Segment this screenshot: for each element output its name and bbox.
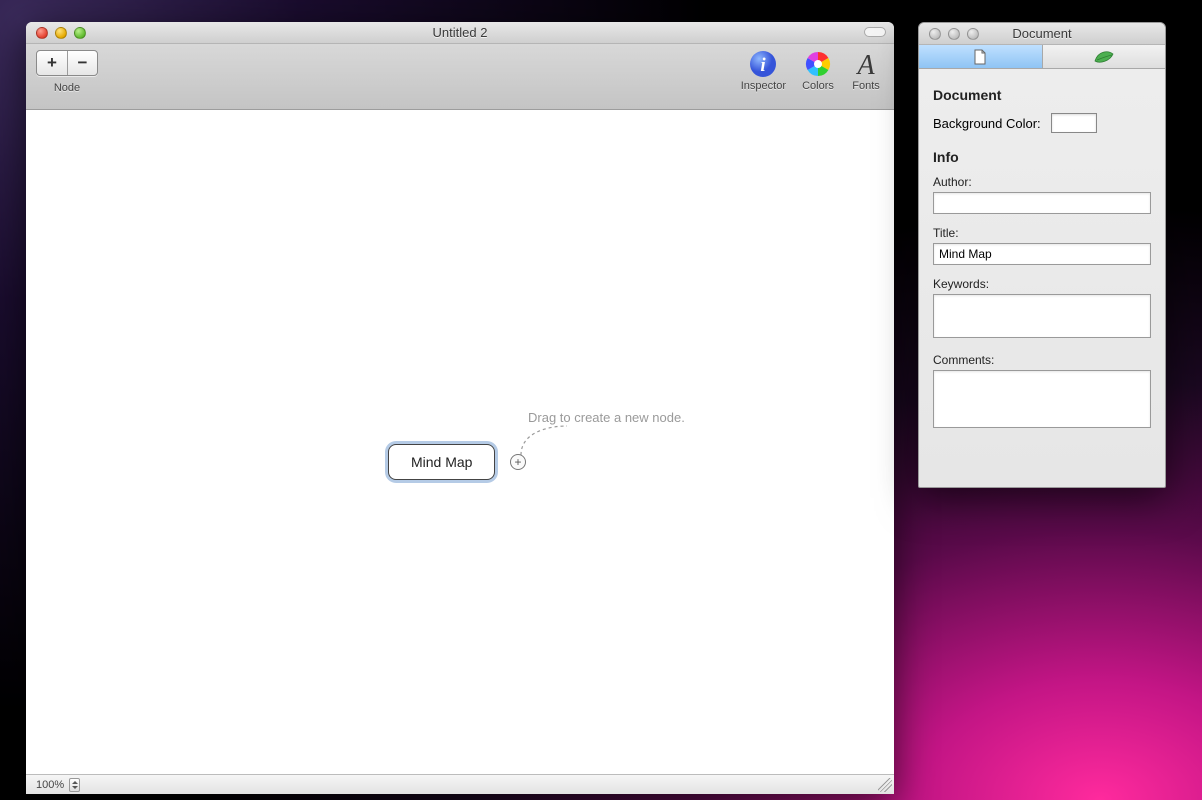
comments-field-block: Comments: (933, 353, 1151, 431)
zoom-icon[interactable] (74, 27, 86, 39)
fonts-label: Fonts (852, 80, 880, 92)
tab-node[interactable] (1043, 45, 1166, 68)
svg-text:A: A (855, 50, 875, 78)
title-field[interactable] (933, 243, 1151, 265)
main-titlebar[interactable]: Untitled 2 (26, 22, 894, 44)
zoom-stepper[interactable] (69, 778, 80, 792)
inspector-window: Document Document Background Color: Info… (918, 22, 1166, 488)
close-icon[interactable] (36, 27, 48, 39)
add-node-handle[interactable]: + (510, 454, 526, 470)
drag-hint: Drag to create a new node. (528, 410, 685, 425)
background-color-well[interactable] (1051, 113, 1097, 133)
document-icon (972, 49, 988, 65)
title-label: Title: (933, 226, 1151, 240)
font-icon: A (850, 48, 882, 80)
comments-field[interactable] (933, 370, 1151, 428)
root-node[interactable]: Mind Map (388, 444, 495, 480)
colors-label: Colors (802, 80, 834, 92)
inspector-label: Inspector (741, 80, 786, 92)
add-node-button[interactable]: + (37, 51, 67, 75)
node-group: + − Node (36, 50, 98, 94)
info-heading: Info (933, 149, 1151, 165)
statusbar: 100% (26, 774, 894, 794)
background-color-row: Background Color: (933, 113, 1151, 133)
node-group-label: Node (54, 82, 80, 94)
zoom-value: 100% (36, 779, 64, 791)
colors-button[interactable]: Colors (802, 48, 834, 92)
fonts-button[interactable]: A Fonts (850, 48, 882, 92)
minimize-icon[interactable] (55, 27, 67, 39)
keywords-field[interactable] (933, 294, 1151, 338)
document-heading: Document (933, 87, 1151, 103)
keywords-field-block: Keywords: (933, 277, 1151, 341)
color-wheel-icon (802, 48, 834, 80)
toolbar-right: i Inspector (741, 48, 882, 92)
author-field-block: Author: (933, 175, 1151, 214)
inspector-titlebar[interactable]: Document (919, 23, 1165, 45)
close-icon[interactable] (929, 28, 941, 40)
plus-icon: + (514, 455, 521, 469)
author-label: Author: (933, 175, 1151, 189)
svg-text:i: i (761, 55, 767, 76)
window-controls (26, 27, 86, 39)
inspector-panel: Document Background Color: Info Author: … (919, 69, 1165, 459)
inspector-tabs (919, 45, 1165, 69)
window-title: Untitled 2 (26, 25, 894, 40)
inspector-window-controls (919, 28, 979, 40)
author-field[interactable] (933, 192, 1151, 214)
minimize-icon[interactable] (948, 28, 960, 40)
keywords-label: Keywords: (933, 277, 1151, 291)
leaf-icon (1094, 50, 1114, 64)
connector-line (519, 422, 569, 457)
comments-label: Comments: (933, 353, 1151, 367)
zoom-control[interactable]: 100% (36, 778, 80, 792)
inspector-button[interactable]: i Inspector (741, 48, 786, 92)
background-color-label: Background Color: (933, 116, 1041, 131)
remove-node-button[interactable]: − (67, 51, 97, 75)
resize-handle[interactable] (878, 778, 892, 792)
main-window: Untitled 2 + − Node i Inspector (26, 22, 894, 794)
toolbar: + − Node i Inspector (26, 44, 894, 110)
node-segmented-control: + − (36, 50, 98, 76)
tab-document[interactable] (919, 45, 1043, 68)
canvas[interactable]: Drag to create a new node. Mind Map + (26, 110, 894, 774)
zoom-icon[interactable] (967, 28, 979, 40)
title-field-block: Title: (933, 226, 1151, 265)
info-icon: i (747, 48, 779, 80)
toolbar-toggle-pill[interactable] (864, 27, 886, 37)
